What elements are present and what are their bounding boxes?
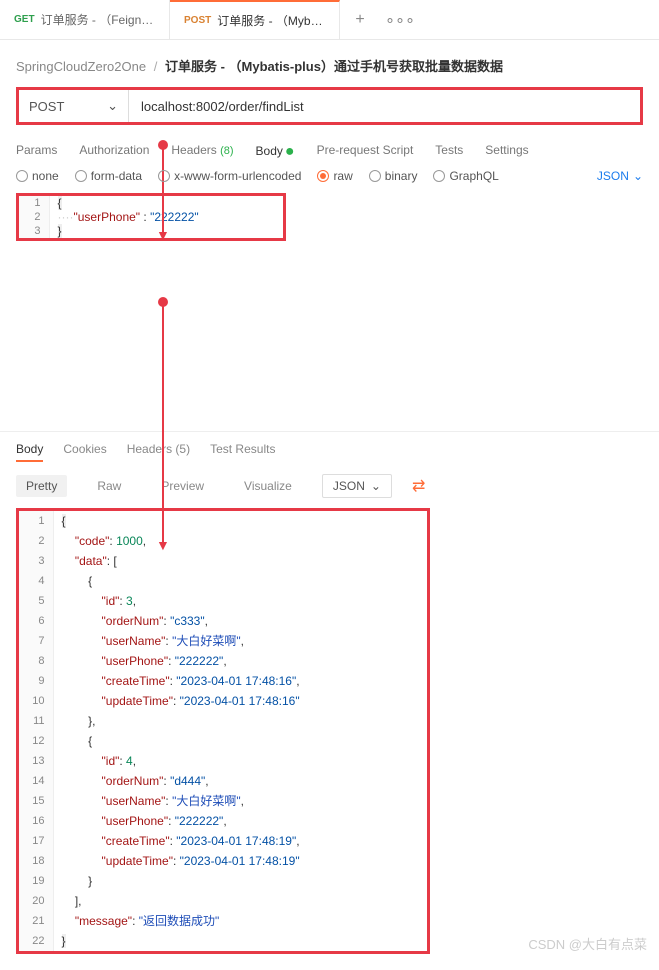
- radio-none[interactable]: none: [16, 169, 59, 183]
- chevron-down-icon: ⌄: [107, 98, 118, 114]
- tab-settings[interactable]: Settings: [485, 143, 528, 161]
- method-badge-post: POST: [184, 15, 211, 26]
- body-format-select[interactable]: JSON⌄: [597, 169, 643, 183]
- tab-title: 订单服务 - （Mybatis-pl: [217, 12, 325, 29]
- body-type-row: none form-data x-www-form-urlencoded raw…: [0, 169, 659, 193]
- view-raw[interactable]: Raw: [87, 475, 131, 497]
- tab-params[interactable]: Params: [16, 143, 57, 161]
- annotation-arrow-line: [162, 302, 164, 542]
- resp-tab-headers[interactable]: Headers (5): [127, 442, 190, 462]
- radio-icon: [158, 170, 170, 182]
- tab-headers[interactable]: Headers (8): [171, 143, 233, 161]
- radio-raw[interactable]: raw: [317, 169, 352, 183]
- radio-icon: [75, 170, 87, 182]
- url-input[interactable]: [129, 90, 640, 122]
- radio-x-www-form[interactable]: x-www-form-urlencoded: [158, 169, 301, 183]
- breadcrumb-collection[interactable]: SpringCloudZero2One: [16, 59, 146, 74]
- url-row: POST ⌄: [16, 87, 643, 125]
- method-select-value: POST: [29, 99, 64, 114]
- tab-bar: GET 订单服务 - （Feign）演示 POST 订单服务 - （Mybati…: [0, 0, 659, 40]
- radio-icon: [16, 170, 28, 182]
- tab-title: 订单服务 - （Feign）演示: [41, 11, 155, 28]
- view-preview[interactable]: Preview: [151, 475, 214, 497]
- resp-tab-test-results[interactable]: Test Results: [210, 442, 275, 462]
- response-view-row: Pretty Raw Preview Visualize JSON⌄ ⇄: [0, 470, 659, 508]
- breadcrumb-sep: /: [154, 59, 158, 74]
- annotation-arrow-head: ▼: [156, 228, 170, 242]
- radio-binary[interactable]: binary: [369, 169, 418, 183]
- response-tabs: Body Cookies Headers (5) Test Results: [0, 431, 659, 470]
- response-format-select[interactable]: JSON⌄: [322, 474, 392, 498]
- headers-count: (8): [220, 145, 233, 157]
- radio-icon: [317, 170, 329, 182]
- view-pretty[interactable]: Pretty: [16, 475, 67, 497]
- method-badge-get: GET: [14, 14, 35, 25]
- watermark: CSDN @大白有点菜: [528, 934, 647, 953]
- radio-form-data[interactable]: form-data: [75, 169, 142, 183]
- annotation-arrow-head: ▼: [156, 538, 170, 552]
- request-spacer: [0, 241, 659, 431]
- tab-prerequest[interactable]: Pre-request Script: [317, 143, 414, 161]
- chevron-down-icon: ⌄: [371, 479, 381, 493]
- line-wrap-icon[interactable]: ⇄: [412, 476, 425, 496]
- tab-authorization[interactable]: Authorization: [79, 143, 149, 161]
- radio-icon: [369, 170, 381, 182]
- tab-body[interactable]: Body●: [256, 143, 295, 161]
- radio-icon: [433, 170, 445, 182]
- resp-tab-cookies[interactable]: Cookies: [63, 442, 106, 462]
- view-visualize[interactable]: Visualize: [234, 475, 302, 497]
- tab-tests[interactable]: Tests: [435, 143, 463, 161]
- add-tab-button[interactable]: +: [340, 0, 380, 39]
- resp-tab-body[interactable]: Body: [16, 442, 43, 462]
- tab-overflow-button[interactable]: ∘∘∘: [380, 0, 420, 39]
- breadcrumb-request-name: 订单服务 - （Mybatis-plus）通过手机号获取批量数据数据: [165, 59, 503, 74]
- request-body-editor[interactable]: 1{ 2····"userPhone" : "222222" 3}: [16, 193, 286, 241]
- method-select[interactable]: POST ⌄: [19, 90, 129, 122]
- chevron-down-icon: ⌄: [633, 169, 643, 183]
- request-tabs: Params Authorization Headers (8) Body● P…: [0, 125, 659, 169]
- radio-graphql[interactable]: GraphQL: [433, 169, 498, 183]
- response-body-editor[interactable]: 1{2 "code": 1000,3 "data": [4 {5 "id": 3…: [16, 508, 430, 954]
- resp-headers-count: (5): [175, 442, 190, 456]
- breadcrumb: SpringCloudZero2One / 订单服务 - （Mybatis-pl…: [0, 40, 659, 87]
- body-modified-dot: ●: [285, 143, 295, 160]
- tab-order-mybatis[interactable]: POST 订单服务 - （Mybatis-pl: [170, 0, 340, 39]
- tab-order-feign[interactable]: GET 订单服务 - （Feign）演示: [0, 0, 170, 39]
- annotation-arrow-line: [162, 145, 164, 235]
